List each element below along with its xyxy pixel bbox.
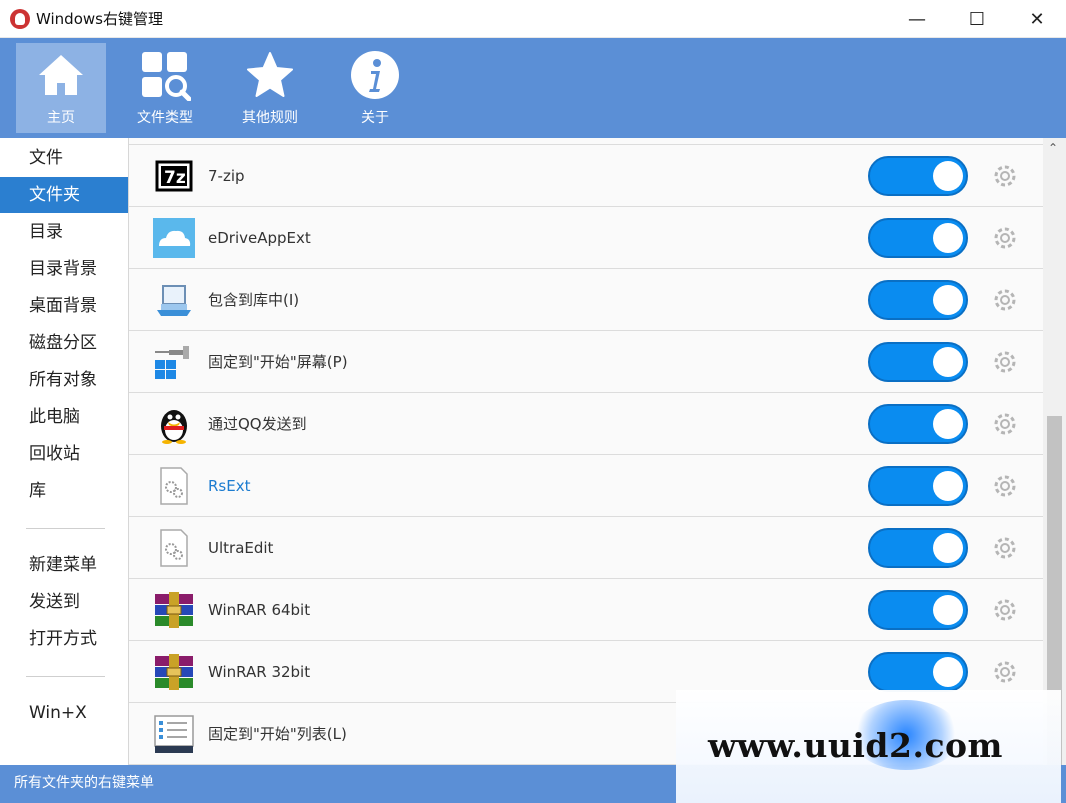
library-icon xyxy=(157,285,191,316)
sidebar-item-all-objects[interactable]: 所有对象 xyxy=(0,362,128,398)
item-label: 通过QQ发送到 xyxy=(208,415,307,433)
star-icon xyxy=(247,52,293,97)
gear-file-icon xyxy=(160,529,188,567)
list-item[interactable]: WinRAR 64bit xyxy=(129,579,1043,641)
sidebar-item-library[interactable]: 库 xyxy=(0,473,128,509)
settings-gear-icon[interactable] xyxy=(992,163,1018,189)
item-label: UltraEdit xyxy=(208,539,274,557)
toolbar-file-types-label: 文件类型 xyxy=(137,110,193,126)
enable-toggle[interactable] xyxy=(868,280,968,320)
item-label: 固定到"开始"屏幕(P) xyxy=(208,353,348,371)
list-item[interactable]: 包含到库中(I) xyxy=(129,269,1043,331)
toolbar-file-types-button[interactable]: 文件类型 xyxy=(120,43,210,133)
enable-toggle[interactable] xyxy=(868,652,968,692)
item-label: RsExt xyxy=(208,477,251,495)
home-icon xyxy=(39,55,83,95)
scroll-up-icon[interactable]: ⌃ xyxy=(1048,141,1058,155)
list-item[interactable]: UltraEdit xyxy=(129,517,1043,579)
list-item[interactable]: eDriveAppExt xyxy=(129,207,1043,269)
file-types-icon xyxy=(142,52,191,101)
sidebar-item-file[interactable]: 文件 xyxy=(0,140,128,176)
sidebar-item-recycle-bin[interactable]: 回收站 xyxy=(0,436,128,472)
settings-gear-icon[interactable] xyxy=(992,597,1018,623)
settings-gear-icon[interactable] xyxy=(992,473,1018,499)
title-bar: Windows右键管理 — ☐ ✕ xyxy=(0,0,1066,38)
window-title: Windows右键管理 xyxy=(36,10,163,28)
main-toolbar: 主页 文件类型 其他规则 关于 xyxy=(0,38,1066,138)
list-item[interactable]: 固定到"开始"屏幕(P) xyxy=(129,331,1043,393)
item-label: 7-zip xyxy=(208,167,245,185)
enable-toggle[interactable] xyxy=(868,342,968,382)
enable-toggle[interactable] xyxy=(868,156,968,196)
settings-gear-icon[interactable] xyxy=(992,535,1018,561)
watermark-text: www.uuid2.com xyxy=(708,726,1003,765)
sidebar-item-directory[interactable]: 目录 xyxy=(0,214,128,250)
enable-toggle[interactable] xyxy=(868,404,968,444)
sidebar-item-disk-partition[interactable]: 磁盘分区 xyxy=(0,325,128,361)
sidebar-item-this-pc[interactable]: 此电脑 xyxy=(0,399,128,435)
sidebar: 文件 文件夹 目录 目录背景 桌面背景 磁盘分区 所有对象 此电脑 回收站 库 … xyxy=(0,138,129,765)
watermark: www.uuid2.com xyxy=(676,690,1061,803)
info-icon xyxy=(351,51,399,99)
toolbar-home-button[interactable]: 主页 xyxy=(16,43,106,133)
enable-toggle[interactable] xyxy=(868,528,968,568)
toolbar-other-rules-button[interactable]: 其他规则 xyxy=(225,43,315,133)
toolbar-about-label: 关于 xyxy=(361,110,389,126)
7zip-icon: 7z xyxy=(155,160,193,192)
toolbar-home-label: 主页 xyxy=(47,110,75,126)
sidebar-item-desktop-background[interactable]: 桌面背景 xyxy=(0,288,128,324)
toolbar-other-rules-label: 其他规则 xyxy=(242,110,298,126)
gear-file-icon xyxy=(160,467,188,505)
context-menu-list: 7z 7-zip eDriveAppExt 包含到库中(I) 固定到"开始"屏幕… xyxy=(129,138,1043,765)
enable-toggle[interactable] xyxy=(868,218,968,258)
winrar-icon xyxy=(155,654,193,690)
list-item[interactable]: 通过QQ发送到 xyxy=(129,393,1043,455)
settings-gear-icon[interactable] xyxy=(992,411,1018,437)
maximize-button[interactable]: ☐ xyxy=(948,0,1006,38)
toolbar-about-button[interactable]: 关于 xyxy=(330,43,420,133)
sidebar-item-directory-background[interactable]: 目录背景 xyxy=(0,251,128,287)
close-button[interactable]: ✕ xyxy=(1008,0,1066,38)
sidebar-item-send-to[interactable]: 发送到 xyxy=(0,584,128,620)
settings-gear-icon[interactable] xyxy=(992,225,1018,251)
sidebar-item-new-menu[interactable]: 新建菜单 xyxy=(0,547,128,583)
list-item xyxy=(129,138,1043,145)
list-item[interactable]: RsExt xyxy=(129,455,1043,517)
sidebar-divider xyxy=(26,528,105,529)
sidebar-item-open-with[interactable]: 打开方式 xyxy=(0,621,128,657)
item-label: eDriveAppExt xyxy=(208,229,311,247)
qq-penguin-icon xyxy=(161,410,187,444)
start-list-icon xyxy=(154,715,194,753)
enable-toggle[interactable] xyxy=(868,466,968,506)
pin-start-icon xyxy=(155,346,189,379)
minimize-button[interactable]: — xyxy=(888,0,946,38)
enable-toggle[interactable] xyxy=(868,590,968,630)
svg-text:7z: 7z xyxy=(164,168,186,188)
cloud-icon xyxy=(153,218,195,258)
list-item[interactable]: 7z 7-zip xyxy=(129,145,1043,207)
item-label: 固定到"开始"列表(L) xyxy=(208,725,347,743)
settings-gear-icon[interactable] xyxy=(992,349,1018,375)
item-label: WinRAR 64bit xyxy=(208,601,311,619)
settings-gear-icon[interactable] xyxy=(992,287,1018,313)
sidebar-item-folder[interactable]: 文件夹 xyxy=(0,177,128,213)
status-text: 所有文件夹的右键菜单 xyxy=(14,775,154,791)
app-icon xyxy=(10,8,30,29)
settings-gear-icon[interactable] xyxy=(992,659,1018,685)
winrar-icon xyxy=(155,592,193,628)
item-label: 包含到库中(I) xyxy=(208,291,300,309)
sidebar-divider xyxy=(26,676,105,677)
sidebar-item-win-x[interactable]: Win+X xyxy=(0,695,128,731)
vertical-scrollbar[interactable]: ⌃ xyxy=(1043,138,1066,765)
item-label: WinRAR 32bit xyxy=(208,663,311,681)
